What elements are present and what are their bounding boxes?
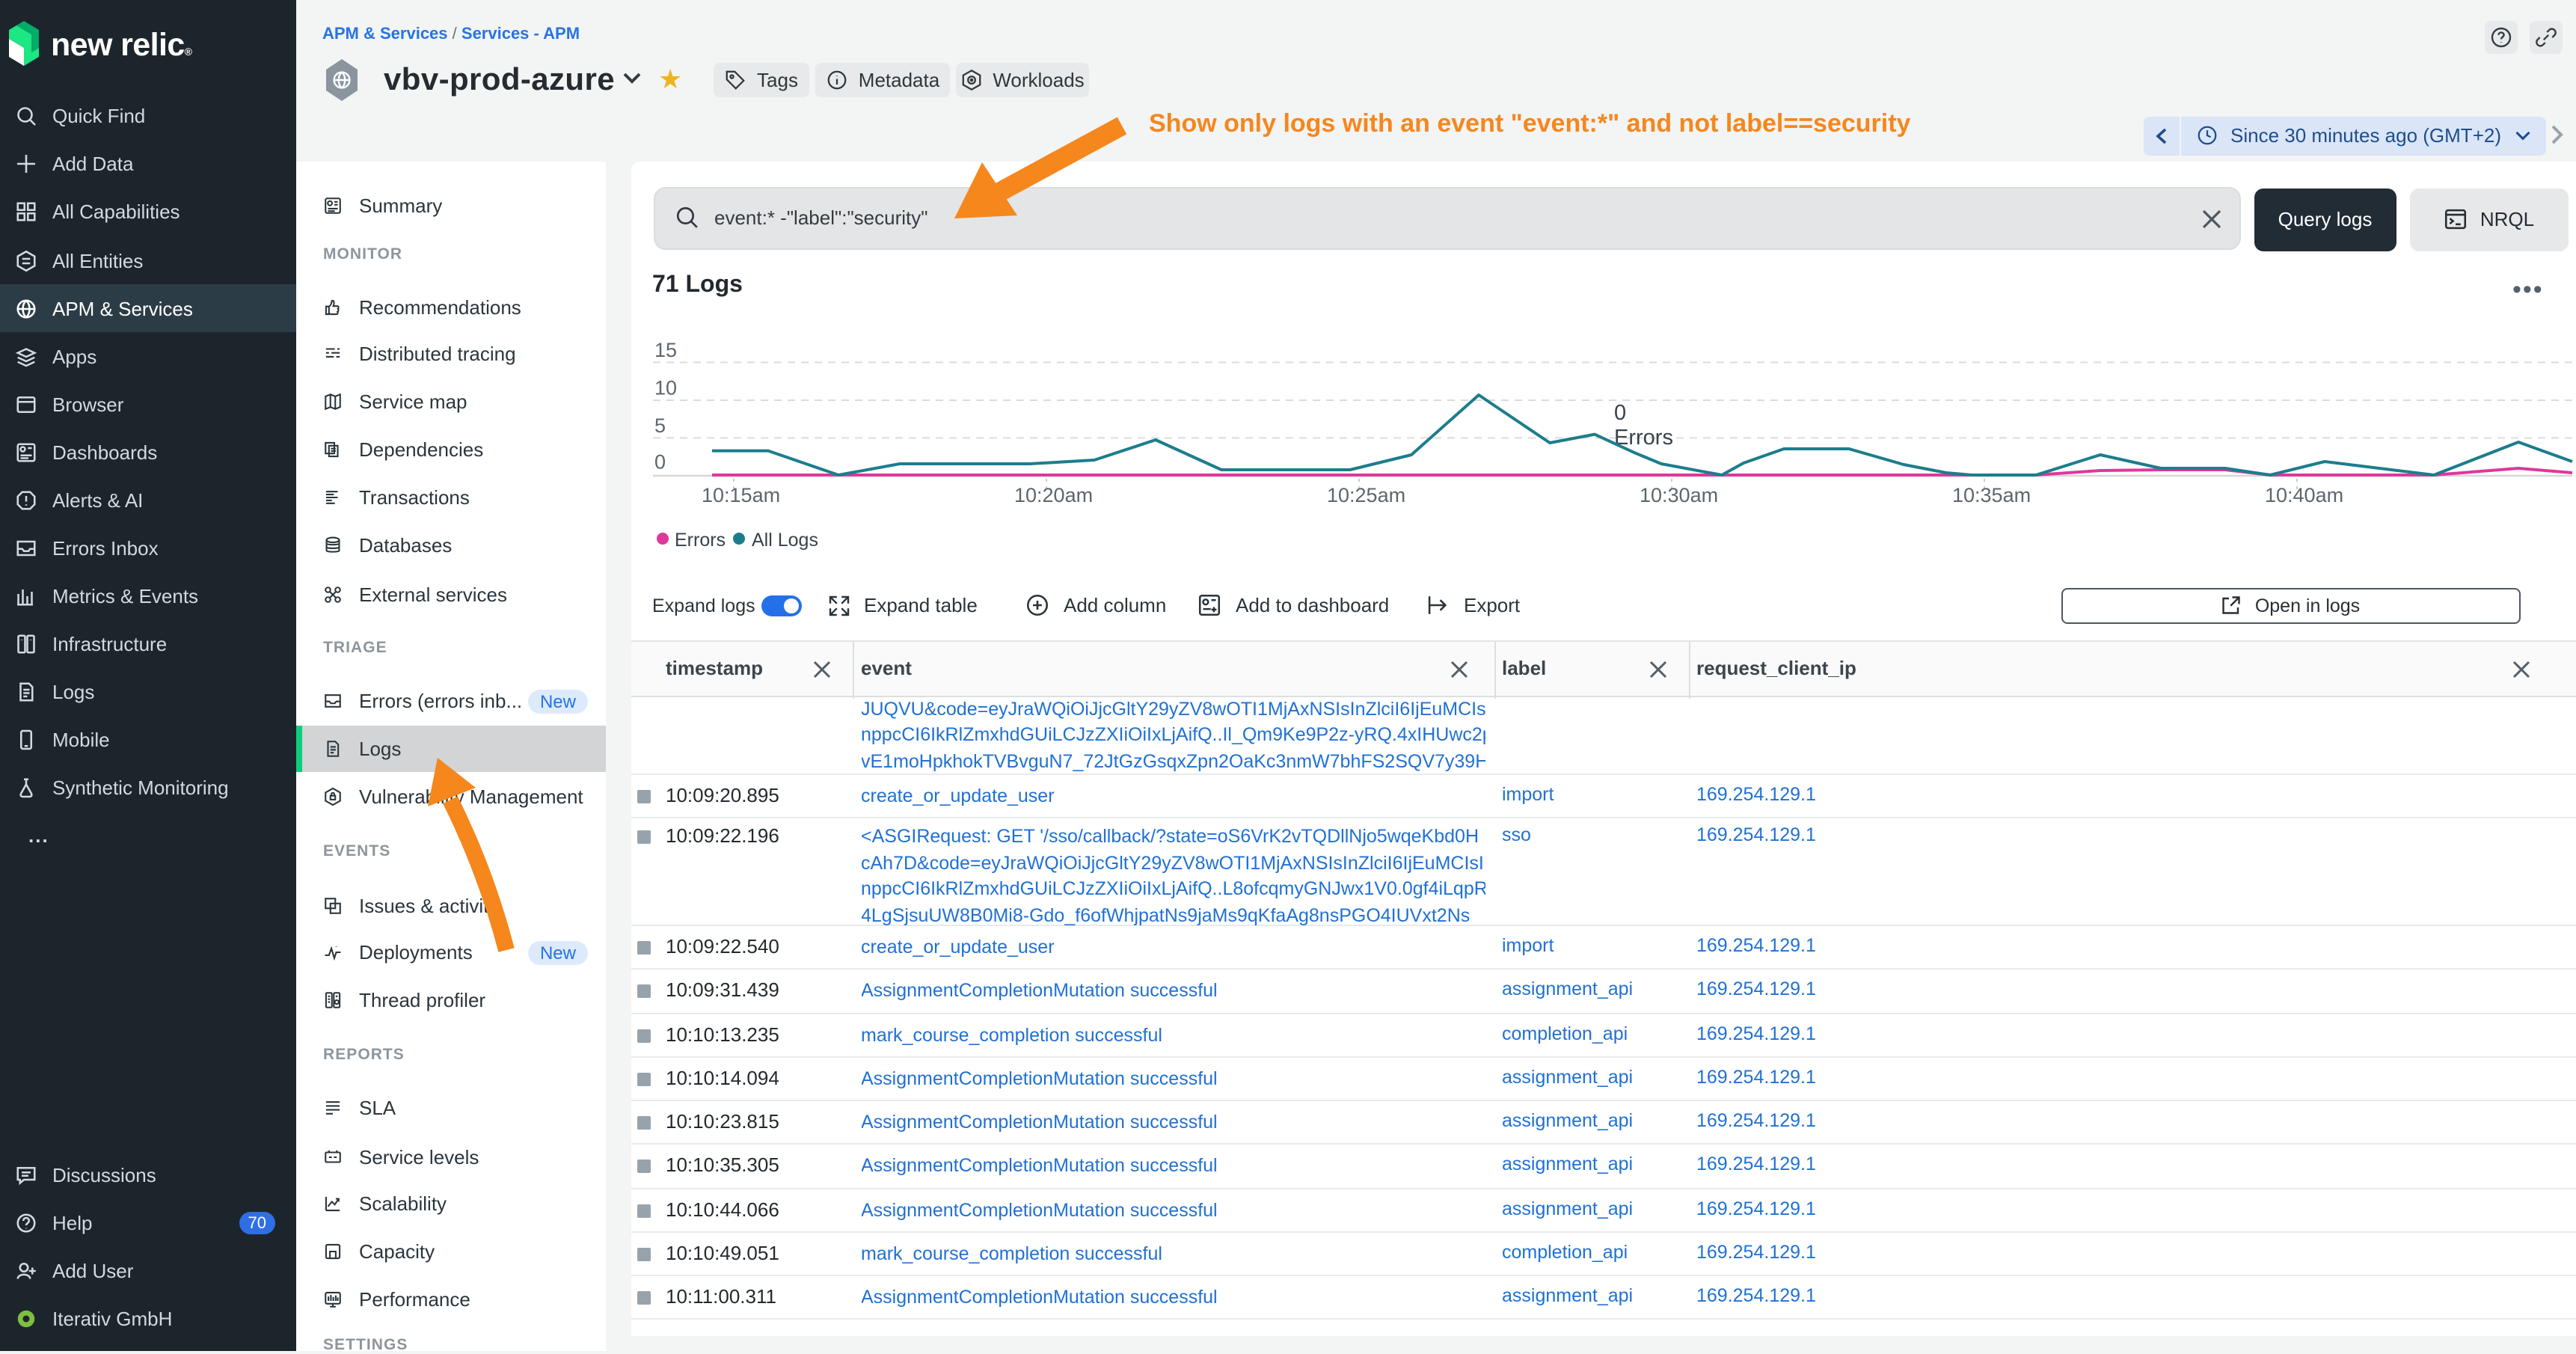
svg-text:5: 5	[654, 414, 665, 436]
svg-text:0: 0	[1613, 400, 1625, 424]
svg-text:10: 10	[654, 376, 676, 399]
svg-text:15: 15	[654, 338, 676, 361]
svg-text:10:20am: 10:20am	[1013, 483, 1092, 506]
svg-text:10:35am: 10:35am	[1951, 483, 2030, 506]
svg-text:10:30am: 10:30am	[1639, 483, 1717, 506]
svg-text:10:15am: 10:15am	[701, 483, 779, 506]
svg-text:10:25am: 10:25am	[1326, 483, 1405, 506]
svg-text:10:40am: 10:40am	[2264, 483, 2343, 506]
svg-text:new relic®: new relic®	[51, 27, 193, 63]
svg-text:0: 0	[654, 450, 665, 473]
